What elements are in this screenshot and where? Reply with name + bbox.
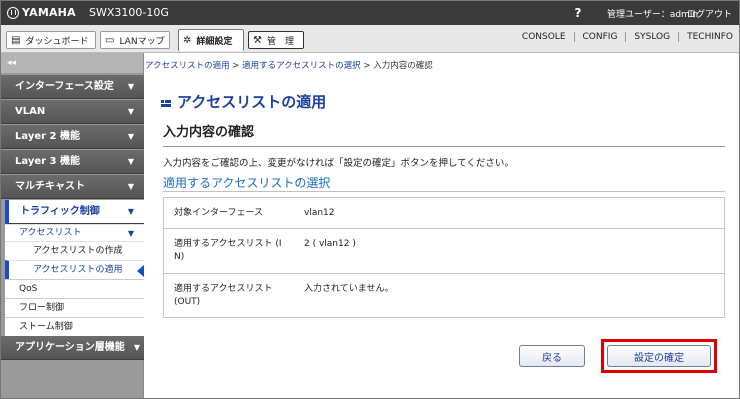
breadcrumb-current: 入力内容の確認 <box>373 61 433 71</box>
sidebar-subitem-label: アクセスリスト <box>19 228 82 238</box>
sidebar-item-label: アプリケーション層機能 <box>15 342 125 353</box>
syslog-link[interactable]: SYSLOG <box>625 32 678 42</box>
subsection-divider <box>163 191 725 192</box>
sidebar-leaf-acl-create[interactable]: アクセスリストの作成 <box>5 241 144 260</box>
sidebar-item-label: トラフィック制御 <box>20 206 100 217</box>
subsection-title: 適用するアクセスリストの選択 <box>163 176 331 190</box>
confirmation-table: 対象インターフェース vlan12 適用するアクセスリスト (I N) 2 ( … <box>163 197 725 318</box>
sidebar-item-label: インターフェース設定 <box>15 81 114 92</box>
breadcrumb-separator: > <box>360 61 374 71</box>
wrench-icon: ⚒ <box>253 34 262 46</box>
row-key: 適用するアクセスリスト (OUT) <box>174 284 273 307</box>
sidebar: ◂◂ インターフェース設定 ▼ VLAN ▼ Layer 2 機能 ▼ Laye… <box>1 53 144 398</box>
detail-settings-label: 詳細設定 <box>196 37 233 47</box>
chevron-down-icon: ▼ <box>127 132 134 141</box>
yamaha-logo: YAMAHA <box>7 6 76 19</box>
sidebar-item-layer3[interactable]: Layer 3 機能 ▼ <box>1 150 144 174</box>
help-button[interactable]: ? <box>567 1 589 25</box>
chevron-down-icon: ▼ <box>127 207 134 216</box>
sidebar-item-label: マルチキャスト <box>15 181 85 192</box>
breadcrumb: アクセスリストの適用 > 適用するアクセスリストの選択 > 入力内容の確認 <box>145 59 433 71</box>
app-window: YAMAHA SWX3100-10G ? 管理ユーザー：admin ログアウト … <box>0 0 740 399</box>
sidebar-item-interface[interactable]: インターフェース設定 ▼ <box>1 75 144 99</box>
sidebar-leaf-flow-control[interactable]: フロー制御 <box>5 298 144 317</box>
main-content: アクセスリストの適用 > 適用するアクセスリストの選択 > 入力内容の確認 アク… <box>145 53 739 398</box>
lanmap-icon: ▭ <box>105 34 115 46</box>
sidebar-item-application[interactable]: アプリケーション層機能 ▼ <box>1 336 144 360</box>
dashboard-icon: ▤ <box>11 34 21 46</box>
page-title: アクセスリストの適用 <box>177 93 327 111</box>
chevron-down-icon: ▼ <box>127 82 134 91</box>
dashboard-button[interactable]: ▤ ダッシュボード <box>6 31 96 49</box>
table-row: 対象インターフェース vlan12 <box>164 198 724 229</box>
lanmap-button[interactable]: ▭ LANマップ <box>100 31 170 49</box>
tab-detail-settings[interactable]: ✲ 詳細設定 <box>178 29 244 51</box>
chevron-down-icon: ▼ <box>127 229 134 238</box>
management-label: 管 理 <box>266 36 294 47</box>
config-link[interactable]: CONFIG <box>573 32 626 42</box>
sidebar-item-layer2[interactable]: Layer 2 機能 ▼ <box>1 125 144 149</box>
logout-link[interactable]: ログアウト <box>687 7 732 20</box>
sidebar-collapse-button[interactable]: ◂◂ <box>1 53 143 73</box>
sidebar-item-label: Layer 2 機能 <box>15 131 80 142</box>
management-button[interactable]: ⚒ 管 理 <box>248 31 304 49</box>
table-row: 適用するアクセスリスト (I N) 2 ( vlan12 ) <box>164 229 724 274</box>
row-value: 入力されていません。 <box>304 284 394 294</box>
chevron-down-icon: ▼ <box>127 157 134 166</box>
row-key: 対象インターフェース <box>174 208 264 218</box>
sidebar-item-multicast[interactable]: マルチキャスト ▼ <box>1 175 144 199</box>
gear-icon: ✲ <box>183 35 192 46</box>
instruction-text: 入力内容をご確認の上、変更がなければ「設定の確定」ボタンを押してください。 <box>163 158 514 169</box>
back-button[interactable]: 戻る <box>519 345 585 367</box>
page-header: アクセスリストの適用 <box>161 91 326 112</box>
section-title: 入力内容の確認 <box>163 125 255 140</box>
page-title-icon <box>161 97 171 107</box>
breadcrumb-select-acl[interactable]: 適用するアクセスリストの選択 <box>242 61 361 71</box>
sidebar-item-label: VLAN <box>15 106 46 117</box>
sidebar-leaf-storm-control[interactable]: ストーム制御 <box>5 317 144 336</box>
breadcrumb-acl-apply[interactable]: アクセスリストの適用 <box>145 61 230 71</box>
user-info: 管理ユーザー：admin <box>607 10 699 20</box>
sidebar-item-label: Layer 3 機能 <box>15 156 80 167</box>
brand-name: YAMAHA <box>22 6 76 19</box>
breadcrumb-separator: > <box>229 61 243 71</box>
yamaha-mark-icon <box>7 6 19 19</box>
sidebar-item-traffic-control[interactable]: トラフィック制御 ▼ <box>5 200 144 224</box>
table-row: 適用するアクセスリスト (OUT) 入力されていません。 <box>164 274 724 318</box>
console-link[interactable]: CONSOLE <box>514 32 574 42</box>
chevron-down-icon: ▼ <box>133 343 140 352</box>
section-divider <box>163 146 725 147</box>
lanmap-label: LANマップ <box>119 36 165 47</box>
sidebar-item-vlan[interactable]: VLAN ▼ <box>1 100 144 124</box>
confirm-highlight-box <box>601 339 717 373</box>
top-bar: YAMAHA SWX3100-10G ? 管理ユーザー：admin ログアウト <box>1 1 739 25</box>
sidebar-subitem-access-list[interactable]: アクセスリスト ▼ <box>5 224 144 241</box>
row-value: vlan12 <box>304 208 335 218</box>
dashboard-label: ダッシュボード <box>25 36 89 47</box>
tool-links: CONSOLE CONFIG SYSLOG TECHINFO <box>514 32 739 42</box>
chevron-down-icon: ▼ <box>127 107 134 116</box>
device-model: SWX3100-10G <box>89 6 169 19</box>
chevron-down-icon: ▼ <box>127 182 134 191</box>
row-value: 2 ( vlan12 ) <box>304 239 356 249</box>
techinfo-link[interactable]: TECHINFO <box>678 32 739 42</box>
sidebar-leaf-qos[interactable]: QoS <box>5 279 144 298</box>
row-key: 適用するアクセスリスト (I N) <box>174 239 282 262</box>
sidebar-leaf-acl-apply[interactable]: アクセスリストの適用 <box>5 260 144 279</box>
toolbar: ▤ ダッシュボード ▭ LANマップ ✲ 詳細設定 ⚒ 管 理 CONSOLE … <box>1 25 739 53</box>
